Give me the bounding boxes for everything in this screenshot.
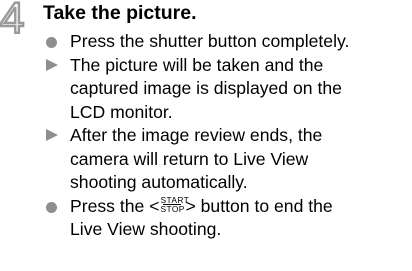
- bullet-circle-icon: [43, 195, 63, 219]
- list-item: The picture will be taken and the captur…: [43, 54, 408, 125]
- bullet-circle-icon: [43, 30, 63, 54]
- list-item: Press the < START STOP > button to end the …: [43, 195, 408, 242]
- start-stop-button-icon: START STOP: [160, 194, 190, 214]
- item-text-after: > button to end the: [185, 195, 333, 216]
- item-text-line: camera will return to Live View: [70, 148, 309, 169]
- start-label: START: [160, 194, 190, 205]
- item-text-line: captured image is displayed on the: [70, 78, 342, 98]
- step-title: Take the picture.: [43, 2, 197, 24]
- step-number: 4: [0, 0, 26, 43]
- item-text-line: LCD monitor.: [70, 101, 173, 122]
- list-item: Press the shutter button completely.: [43, 30, 408, 54]
- instruction-list: Press the shutter button completely. The…: [43, 30, 408, 242]
- bullet-triangle-icon: [43, 124, 63, 148]
- item-text-before: Press the <: [70, 195, 160, 216]
- item-text-line: The picture will be taken and the: [70, 54, 324, 75]
- stop-label: STOP: [160, 203, 185, 214]
- item-text: Press the shutter button completely.: [70, 31, 350, 51]
- item-text-line: After the image review ends, the: [70, 125, 323, 145]
- bullet-triangle-icon: [43, 54, 63, 78]
- item-text-line: Live View shooting.: [70, 219, 222, 239]
- manual-page: 4 Take the picture. Press the shutter bu…: [0, 0, 412, 271]
- item-text-line: shooting automatically.: [70, 172, 248, 192]
- list-item: After the image review ends, the camera …: [43, 124, 408, 195]
